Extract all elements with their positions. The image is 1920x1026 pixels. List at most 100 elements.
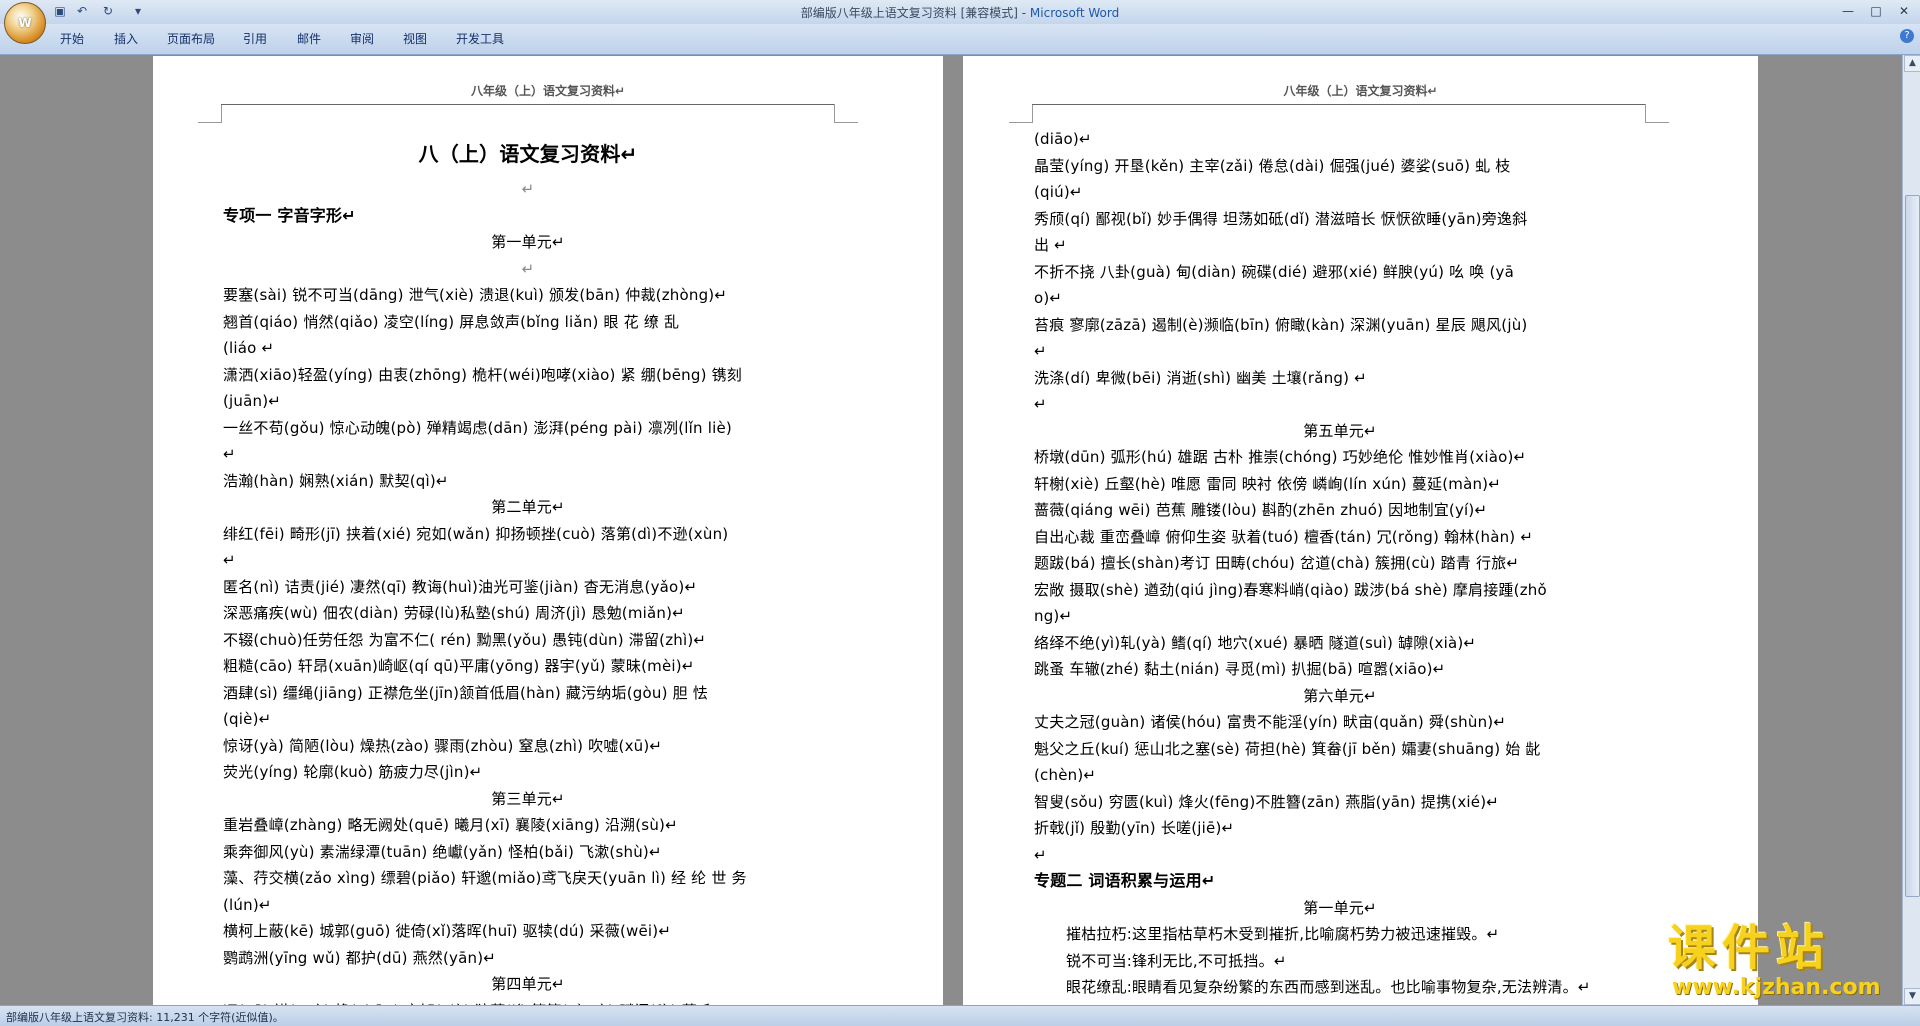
text-line: 第四单元↵	[491, 975, 565, 993]
document-page-left[interactable]: 八年级（上）语文复习资料↵ 八（上）语文复习资料↵ ↵ 专项一 字音字形↵ 第一单元↵…	[153, 56, 943, 1006]
app-name: Microsoft Word	[1029, 6, 1120, 20]
text-line: 摧枯拉朽:这里指枯草朽木受到摧折,比喻腐朽势力被迅速摧毁。↵	[1066, 925, 1500, 943]
watermark-title: 课件站	[1668, 920, 1831, 976]
watermark-url: www.kjzhan.com	[1672, 975, 1881, 1000]
text-line: 洗涤(dí) 卑微(bēi) 消逝(shì) 幽美 土壤(rǎng) ↵	[1034, 368, 1367, 387]
minimize-button[interactable]: —	[1836, 2, 1860, 20]
text-line: 匿名(nì) 诘责(jié) 凄然(qī) 教诲(huì)油光可鉴(jiàn) …	[223, 577, 698, 596]
text-line: 魁父之丘(kuí) 惩山北之塞(sè) 荷担(hè) 箕畚(jī běn) 孀妻…	[1034, 739, 1541, 758]
close-button[interactable]: ✕	[1892, 2, 1916, 20]
text-line: 横柯上蔽(kē) 城郭(guō) 徙倚(xǐ)落晖(huī) 驱犊(dú) 采薇…	[223, 922, 672, 940]
text-line: 第三单元↵	[491, 789, 565, 808]
text-line: 轩榭(xiè) 丘壑(hè) 唯愿 雷同 映衬 依傍 嶙峋(lín xún) 蔓…	[1034, 474, 1501, 493]
text-line: 乘奔御风(yù) 素湍绿潭(tuān) 绝巘(yǎn) 怪柏(bǎi) 飞漱(s…	[223, 842, 662, 861]
tab-view[interactable]: 视图	[403, 30, 427, 47]
scroll-down-icon[interactable]: ▼	[1904, 988, 1920, 1005]
text-line: 浩瀚(hàn) 娴熟(xián) 默契(qì)↵	[223, 471, 449, 490]
text-line: 锐不可当:锋利无比,不可抵挡。↵	[1066, 951, 1287, 970]
office-button[interactable]: W	[4, 2, 46, 44]
header-rule	[1032, 104, 1645, 105]
text-line: 鹦鹉洲(yīng wǔ) 都护(dū) 燕然(yān)↵	[223, 948, 497, 967]
site-watermark: 课件站 www.kjzhan.com	[1668, 920, 1881, 1000]
page-header: 八年级（上）语文复习资料↵	[470, 84, 626, 98]
tab-mailings[interactable]: 邮件	[297, 30, 321, 47]
text-line: o)↵	[1034, 289, 1063, 307]
text-line: 晶莹(yíng) 开垦(kěn) 主宰(zǎi) 倦怠(dài) 倔强(jué)…	[1034, 156, 1511, 175]
tab-home[interactable]: 开始	[60, 30, 84, 47]
text-line: (liáo ↵	[223, 339, 275, 357]
text-line: ↵	[223, 445, 236, 463]
text-line: (lún)↵	[223, 895, 272, 914]
text-line: 八（上）语文复习资料↵	[418, 142, 638, 166]
text-line: 惊讶(yà) 简陋(lòu) 燥热(zào) 骤雨(zhòu) 窒息(zhì) …	[223, 736, 663, 755]
tab-review[interactable]: 审阅	[350, 30, 374, 47]
text-line: 绯红(fēi) 畸形(jī) 挟着(xié) 宛如(wǎn) 抑扬顿挫(cuò)…	[223, 524, 729, 543]
text-line: 第六单元↵	[1303, 686, 1377, 705]
text-line: 不折不挠 八卦(guà) 甸(diàn) 碗碟(dié) 避邪(xié) 鲜腴(…	[1034, 262, 1514, 281]
text-line: ng)↵	[1034, 607, 1073, 625]
tab-page-layout[interactable]: 页面布局	[167, 30, 215, 47]
header-margin-mark	[1645, 122, 1669, 123]
header-margin-mark	[198, 122, 222, 123]
scroll-thumb[interactable]	[1905, 195, 1920, 897]
page-body[interactable]: (diāo)↵ 晶莹(yíng) 开垦(kěn) 主宰(zǎi) 倦怠(dài) …	[1034, 126, 1646, 1006]
text-line: 第一单元↵	[1303, 898, 1377, 917]
title-bar: W ▣ ↶ ↻ ▾ 部编版八年级上语文复习资料 [兼容模式] - Microso…	[0, 0, 1920, 44]
text-line: 专项一 字音字形↵	[223, 205, 356, 225]
help-icon[interactable]: ?	[1900, 29, 1914, 43]
text-line: ↵	[1034, 845, 1047, 864]
document-page-right[interactable]: 八年级（上）语文复习资料↵ (diāo)↵ 晶莹(yíng) 开垦(kěn) 主宰…	[963, 56, 1758, 1006]
text-line: (diāo)↵	[1034, 130, 1092, 148]
tab-developer[interactable]: 开发工具	[456, 30, 504, 47]
text-line: 眼花缭乱:眼睛看见复杂纷繁的东西而感到迷乱。也比喻事物复杂,无法辨清。↵	[1066, 978, 1591, 996]
text-line: ↵	[1034, 395, 1047, 413]
text-line: 丈夫之冠(guàn) 诸侯(hóu) 富贵不能淫(yín) 畎亩(quǎn) 舜…	[1034, 713, 1507, 731]
text-line: (qiú)↵	[1034, 183, 1083, 201]
word-logo-icon: W	[18, 16, 32, 30]
text-line: ↵	[223, 551, 236, 569]
text-line: 秀颀(qí) 鄙视(bǐ) 妙手偶得 坦荡如砥(dǐ) 潜滋暗长 恹恹欲睡(yā…	[1034, 209, 1528, 228]
text-line: (qiè)↵	[223, 710, 272, 728]
text-line: 一丝不苟(gǒu) 惊心动魄(pò) 殚精竭虑(dān) 澎湃(péng pài…	[223, 418, 732, 437]
text-line: 要塞(sài) 锐不可当(dāng) 泄气(xiè) 溃退(kuì) 颁发(bā…	[223, 286, 728, 304]
status-bar: 部编版八年级上语文复习资料: 11,231 个字符(近似值)。	[0, 1005, 1920, 1026]
header-margin-mark	[1009, 122, 1033, 123]
text-line: 第二单元↵	[491, 498, 565, 516]
text-line: ↵	[521, 259, 535, 278]
header-rule	[221, 104, 834, 105]
text-line: (chèn)↵	[1034, 766, 1097, 784]
text-line: ↵	[521, 180, 535, 198]
header-margin-mark	[834, 122, 858, 123]
tab-references[interactable]: 引用	[243, 30, 267, 47]
header-margin-mark	[1645, 104, 1646, 122]
text-line: 酒肆(sì) 缰绳(jiāng) 正襟危坐(jīn)颔首低眉(hàn) 藏污纳垢…	[223, 683, 708, 702]
text-line: 智叟(sǒu) 穷匮(kuì) 烽火(fēng)不胜簪(zān) 燕脂(yān)…	[1034, 792, 1500, 811]
text-line: 藻、荇交横(zǎo xìng) 缥碧(piǎo) 轩邈(miǎo)鸢飞戾天(yu…	[223, 869, 747, 887]
tab-insert[interactable]: 插入	[114, 30, 138, 47]
page-body[interactable]: 八（上）语文复习资料↵ ↵ 专项一 字音字形↵ 第一单元↵ ↵ 要塞(sài) 锐不可当(…	[223, 126, 833, 1006]
text-line: 专题二 词语积累与运用↵	[1034, 871, 1216, 890]
text-line: 题跋(bá) 擅长(shàn)考订 田畴(chóu) 岔道(chà) 簇拥(cù…	[1034, 554, 1520, 572]
page-header: 八年级（上）语文复习资料↵	[1283, 84, 1438, 98]
maximize-button[interactable]: □	[1864, 2, 1888, 20]
text-line: 出 ↵	[1034, 236, 1067, 254]
text-line: 第一单元↵	[491, 233, 565, 251]
text-line: 跳蚤 车辙(zhé) 黏土(nián) 寻觅(mì) 扒掘(bā) 喧嚣(xiā…	[1034, 660, 1446, 678]
header-margin-mark	[221, 104, 222, 122]
ribbon-tabs: 开始 插入 页面布局 引用 邮件 审阅 视图 开发工具 ?	[0, 24, 1920, 55]
text-line: 潇洒(xiāo)轻盈(yíng) 由衷(zhōng) 桅杆(wéi)咆哮(xià…	[223, 365, 742, 384]
vertical-scrollbar[interactable]: ▲ ▼	[1902, 55, 1920, 1005]
text-line: 翘首(qiáo) 悄然(qiǎo) 凌空(líng) 屏息敛声(bǐng liǎ…	[223, 312, 680, 331]
text-line: 苔痕 寥廓(zāzā) 遏制(è)濒临(bīn) 俯瞰(kàn) 深渊(yuān…	[1034, 315, 1528, 334]
header-margin-mark	[1032, 104, 1033, 122]
header-margin-mark	[834, 104, 835, 122]
text-line: 深恶痛疾(wù) 佃农(diàn) 劳碌(lù)私塾(shú) 周济(jì) 恳…	[223, 604, 685, 622]
word-count-status[interactable]: 部编版八年级上语文复习资料: 11,231 个字符(近似值)。	[6, 1009, 284, 1025]
text-line: 自出心裁 重峦叠嶂 俯仰生姿 驮着(tuó) 檀香(tán) 冗(rǒng) 翰…	[1034, 527, 1534, 546]
text-line: 宏敞 摄取(shè) 遒劲(qiú jìng)春寒料峭(qiào) 跋涉(bá …	[1034, 580, 1547, 599]
document-title: 部编版八年级上语文复习资料 [兼容模式] -	[800, 6, 1030, 20]
text-line: 桥墩(dūn) 弧形(hú) 雄踞 古朴 推崇(chóng) 巧妙绝伦 惟妙惟肖…	[1034, 448, 1527, 466]
scroll-up-icon[interactable]: ▲	[1904, 55, 1920, 72]
text-line: (juān)↵	[223, 392, 282, 410]
text-line: 不辍(chuò)任劳任怨 为富不仁( rén) 黝黑(yǒu) 愚钝(dùn) …	[223, 630, 707, 649]
